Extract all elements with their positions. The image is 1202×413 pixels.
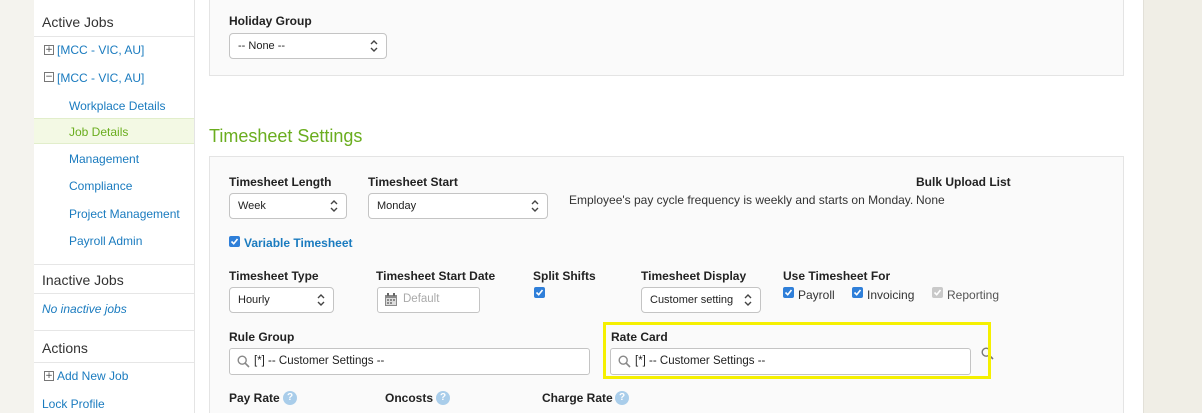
variable-timesheet-checkbox[interactable]	[229, 236, 240, 247]
help-icon[interactable]: ?	[615, 391, 629, 405]
timesheet-length-label: Timesheet Length	[229, 175, 332, 189]
active-jobs-title: Active Jobs	[42, 14, 114, 30]
holiday-group-value: -- None --	[238, 40, 286, 52]
variable-timesheet-label[interactable]: Variable Timesheet	[244, 236, 353, 250]
start-date-placeholder: Default	[403, 293, 440, 305]
calendar-icon	[385, 293, 397, 306]
left-gutter	[0, 0, 34, 413]
sidebar-item-workplace-details[interactable]: Workplace Details	[69, 99, 165, 113]
inactive-jobs-title: Inactive Jobs	[42, 272, 124, 288]
add-icon[interactable]: +	[44, 371, 54, 381]
sidebar-item-job-details[interactable]: Job Details	[69, 125, 128, 139]
timesheet-start-label: Timesheet Start	[368, 175, 458, 189]
timesheet-settings-heading: Timesheet Settings	[209, 126, 363, 146]
check-icon	[230, 238, 239, 245]
pay-rate-label: Pay Rate	[229, 391, 280, 405]
chevron-updown-icon	[531, 200, 539, 212]
no-inactive-jobs-text: No inactive jobs	[42, 302, 127, 316]
rule-group-input[interactable]: [*] -- Customer Settings --	[229, 348, 590, 375]
timesheet-display-select[interactable]: Customer setting	[641, 287, 761, 313]
page-background-right	[1143, 0, 1202, 413]
collapse-icon[interactable]: −	[44, 72, 54, 82]
check-icon	[853, 289, 862, 296]
sidebar-item-management[interactable]: Management	[69, 152, 139, 166]
check-icon	[784, 289, 793, 296]
bulk-upload-value: None	[916, 193, 945, 207]
split-shifts-checkbox[interactable]	[534, 287, 545, 298]
reporting-label: Reporting	[947, 288, 1000, 302]
divider	[34, 264, 194, 265]
divider	[34, 362, 194, 363]
main-content: Holiday Group -- None -- Timesheet Setti…	[195, 0, 1143, 413]
reporting-checkbox	[932, 287, 943, 298]
search-icon	[237, 355, 250, 368]
timesheet-panel: Timesheet Length Week Timesheet Start Mo…	[209, 156, 1124, 413]
invoicing-checkbox[interactable]	[852, 287, 863, 298]
sidebar-item-payroll-admin[interactable]: Payroll Admin	[69, 234, 142, 248]
rate-card-highlight	[603, 322, 991, 379]
add-new-job-link[interactable]: Add New Job	[57, 369, 128, 383]
sidebar-item-project-management[interactable]: Project Management	[69, 207, 180, 221]
divider	[34, 293, 194, 294]
timesheet-start-date-label: Timesheet Start Date	[376, 269, 496, 283]
expand-icon[interactable]: +	[44, 45, 54, 55]
invoicing-label[interactable]: Invoicing	[867, 288, 914, 302]
divider	[34, 36, 194, 37]
payroll-checkbox[interactable]	[783, 287, 794, 298]
timesheet-start-value: Monday	[377, 200, 417, 212]
timesheet-type-label: Timesheet Type	[229, 269, 319, 283]
payroll-label[interactable]: Payroll	[798, 288, 835, 302]
timesheet-display-label: Timesheet Display	[641, 269, 747, 283]
holiday-group-label: Holiday Group	[229, 14, 312, 28]
help-icon[interactable]: ?	[283, 391, 297, 405]
chevron-updown-icon	[744, 294, 752, 306]
check-icon	[933, 289, 942, 296]
actions-title: Actions	[42, 340, 88, 356]
sidebar-item-compliance[interactable]: Compliance	[69, 179, 132, 193]
help-icon[interactable]: ?	[436, 391, 450, 405]
holiday-group-select[interactable]: -- None --	[229, 33, 387, 59]
chevron-updown-icon	[317, 294, 325, 306]
check-icon	[535, 289, 544, 296]
charge-rate-label: Charge Rate	[542, 391, 613, 405]
oncosts-label: Oncosts	[385, 391, 434, 405]
bulk-upload-label: Bulk Upload List	[916, 175, 1011, 189]
timesheet-type-select[interactable]: Hourly	[229, 287, 334, 313]
rule-group-value: [*] -- Customer Settings --	[254, 355, 385, 367]
lock-profile-link[interactable]: Lock Profile	[42, 397, 105, 411]
split-shifts-label: Split Shifts	[533, 269, 596, 283]
holiday-panel: Holiday Group -- None --	[209, 0, 1124, 76]
chevron-updown-icon	[330, 200, 338, 212]
timesheet-display-value: Customer setting	[650, 294, 734, 306]
timesheet-start-select[interactable]: Monday	[368, 193, 548, 219]
pay-cycle-note: Employee's pay cycle frequency is weekly…	[569, 193, 914, 207]
use-timesheet-for-label: Use Timesheet For	[783, 269, 891, 283]
timesheet-type-value: Hourly	[238, 294, 270, 306]
job-link-2[interactable]: [MCC - VIC, AU]	[57, 71, 144, 85]
timesheet-length-select[interactable]: Week	[229, 193, 347, 219]
rule-group-label: Rule Group	[229, 330, 295, 344]
job-link-1[interactable]: [MCC - VIC, AU]	[57, 43, 144, 57]
sidebar: Active Jobs + [MCC - VIC, AU] − [MCC - V…	[34, 0, 195, 413]
timesheet-length-value: Week	[238, 200, 266, 212]
divider	[34, 330, 194, 331]
timesheet-start-date-input[interactable]: Default	[377, 287, 480, 313]
chevron-updown-icon	[370, 40, 378, 52]
